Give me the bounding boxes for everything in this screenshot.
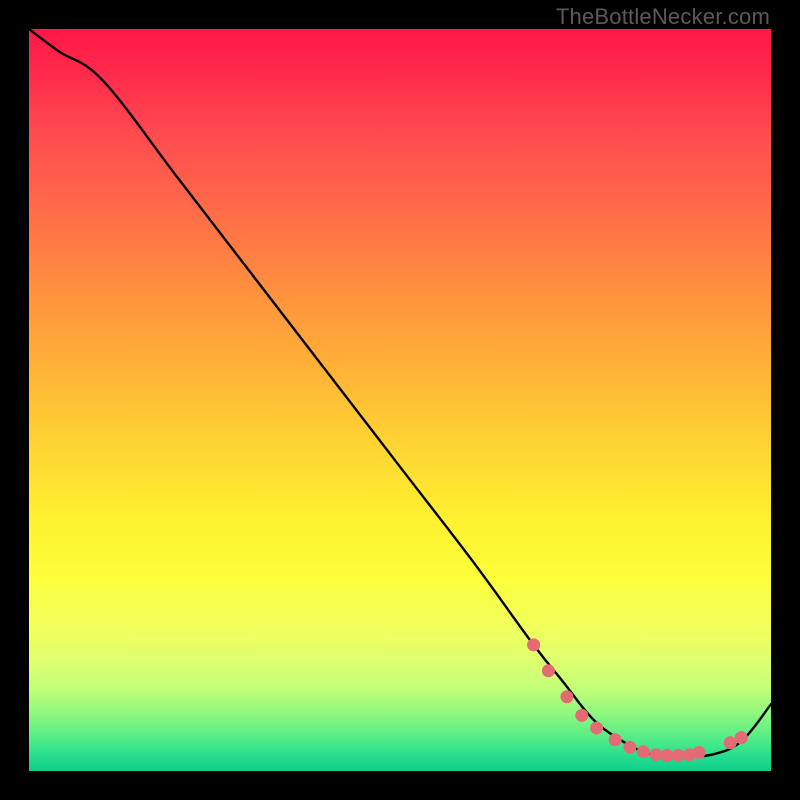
- chart-stage: TheBottleNecker.com: [0, 0, 800, 800]
- highlight-dot: [693, 746, 706, 759]
- highlight-dot: [590, 722, 603, 735]
- highlight-dot: [724, 736, 737, 749]
- watermark-text: TheBottleNecker.com: [556, 4, 770, 30]
- highlight-dots: [527, 638, 748, 762]
- highlight-dot: [637, 745, 650, 758]
- highlight-dot: [661, 749, 674, 762]
- highlight-dot: [735, 731, 748, 744]
- curve-layer: [29, 29, 771, 771]
- highlight-dot: [542, 664, 555, 677]
- highlight-dot: [672, 749, 685, 762]
- highlight-dot: [560, 690, 573, 703]
- highlight-dot: [527, 638, 540, 651]
- highlight-dot: [575, 709, 588, 722]
- highlight-dot: [650, 748, 663, 761]
- highlight-dot: [624, 741, 637, 754]
- highlight-dot: [609, 733, 622, 746]
- plot-area: [29, 29, 771, 771]
- bottleneck-curve: [29, 29, 771, 756]
